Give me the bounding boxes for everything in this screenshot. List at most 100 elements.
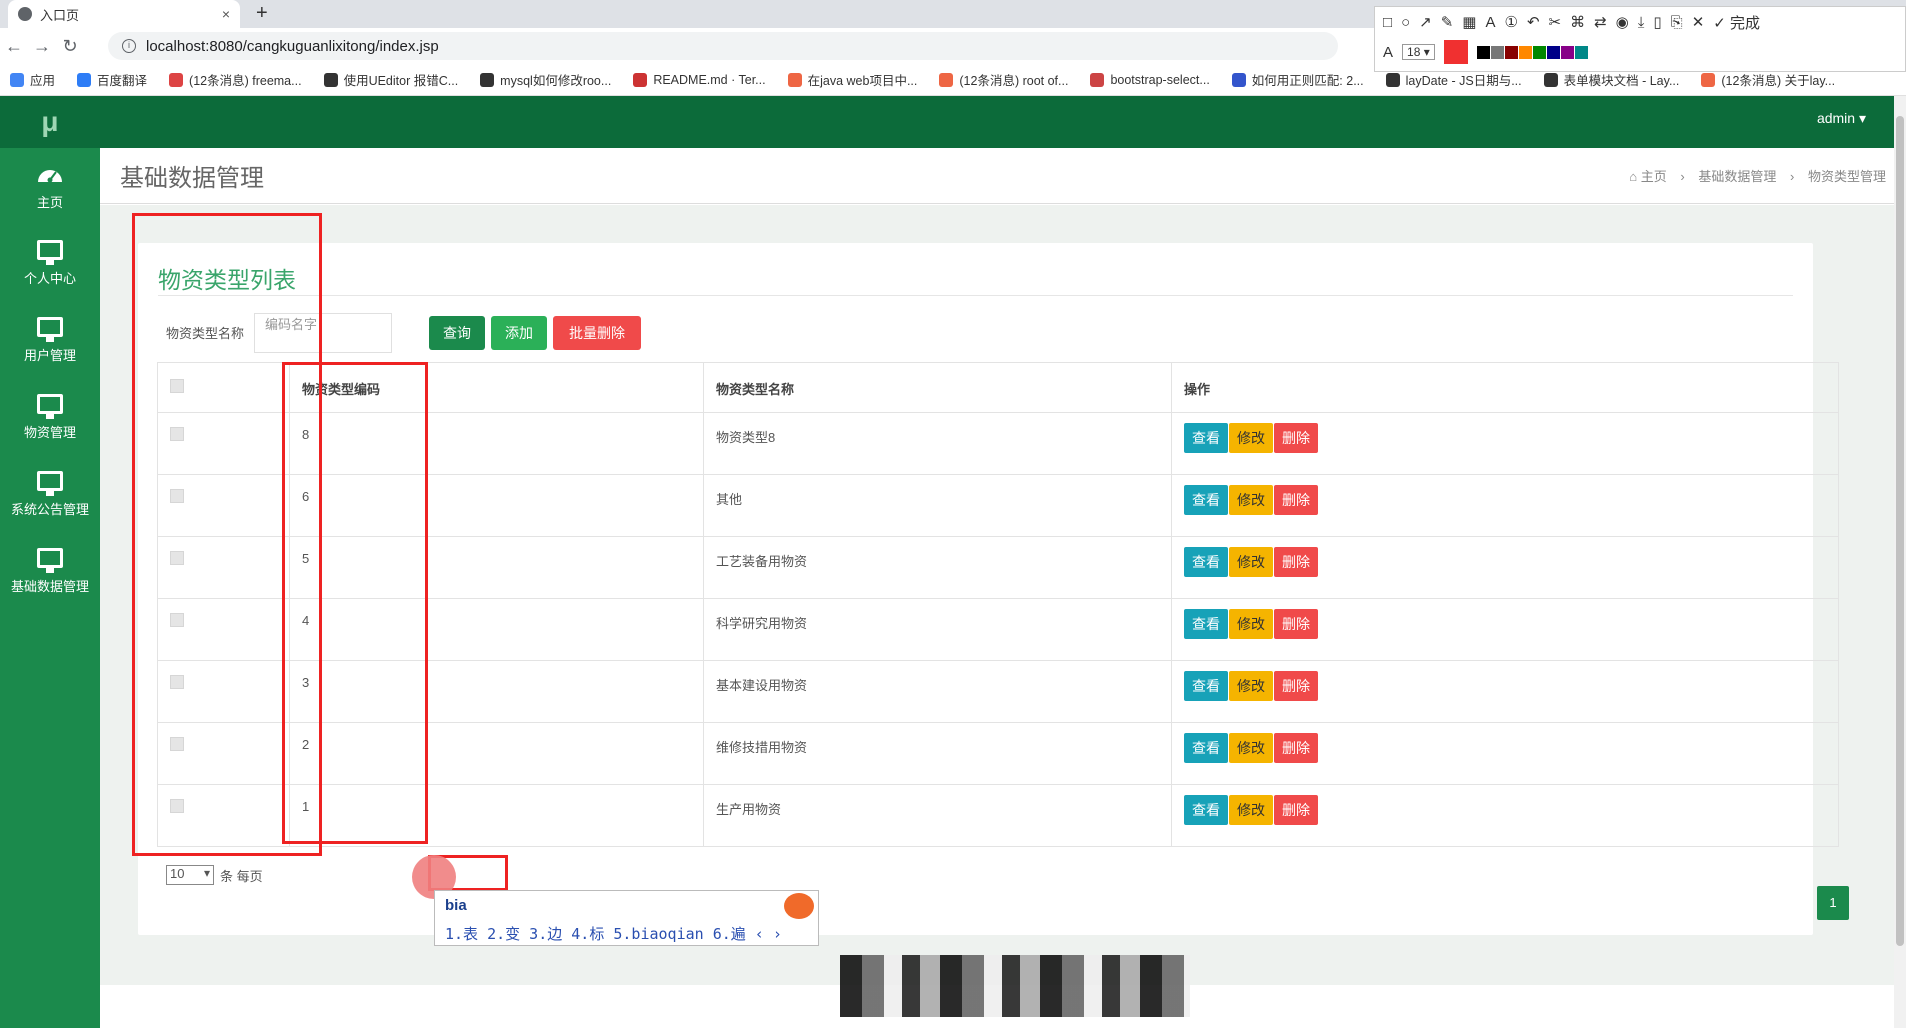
font-icon: A (1383, 43, 1394, 61)
bookmark-item[interactable]: 应用 (10, 70, 55, 89)
ime-candidates[interactable]: 1.表 2.变 3.边 4.标 5.biaoqian 6.遍 ‹ › (445, 923, 782, 944)
bookmark-favicon-icon (169, 72, 184, 87)
view-button[interactable]: 查看 (1184, 795, 1228, 825)
bookmark-item[interactable]: (12条消息) root of... (939, 70, 1068, 89)
tab-close-icon[interactable]: × (222, 6, 230, 22)
undo-icon[interactable]: ↶ (1527, 13, 1540, 31)
color-palette[interactable] (1476, 45, 1597, 59)
delete-button[interactable]: 删除 (1274, 671, 1318, 701)
new-tab-button[interactable]: + (256, 2, 268, 25)
edit-button[interactable]: 修改 (1229, 609, 1273, 639)
delete-button[interactable]: 删除 (1274, 795, 1318, 825)
view-button[interactable]: 查看 (1184, 671, 1228, 701)
delete-button[interactable]: 删除 (1274, 733, 1318, 763)
view-button[interactable]: 查看 (1184, 609, 1228, 639)
delete-button[interactable]: 删除 (1274, 423, 1318, 453)
forward-icon[interactable]: → (28, 36, 56, 57)
view-button[interactable]: 查看 (1184, 485, 1228, 515)
done-button[interactable]: ✓ 完成 (1713, 12, 1760, 33)
bookmark-icon[interactable]: ⎘ (1671, 14, 1683, 31)
browser-tab[interactable]: 入口页 × (8, 0, 240, 28)
delete-button[interactable]: 删除 (1274, 485, 1318, 515)
bookmark-favicon-icon (10, 72, 24, 87)
bookmark-label: 如何用正则匹配: 2... (1251, 74, 1364, 88)
edit-button[interactable]: 修改 (1229, 671, 1273, 701)
number-tool-icon[interactable]: ① (1504, 13, 1517, 31)
translate-icon[interactable]: ⇄ (1594, 13, 1607, 31)
bookmark-favicon-icon (787, 72, 802, 87)
scrollbar-thumb[interactable] (1896, 116, 1904, 946)
bookmark-item[interactable]: 百度翻译 (77, 70, 147, 89)
bookmark-label: bootstrap-select... (1110, 72, 1210, 87)
view-button[interactable]: 查看 (1184, 547, 1228, 577)
edit-button[interactable]: 修改 (1229, 733, 1273, 763)
pen-tool-icon[interactable]: ✎ (1441, 13, 1454, 31)
per-page-label: 条 每页 (220, 868, 263, 884)
delete-button[interactable]: 删除 (1274, 609, 1318, 639)
bookmark-item[interactable]: 在java web项目中... (787, 70, 917, 89)
user-menu[interactable]: admin ▾ (1817, 96, 1866, 140)
bookmark-item[interactable]: mysql如何修改roo... (480, 70, 611, 89)
query-button[interactable]: 查询 (429, 316, 485, 350)
sidebar-item-users[interactable]: 用户管理 (0, 302, 100, 379)
mosaic-tool-icon[interactable]: ▦ (1462, 13, 1476, 31)
column-header-name: 物资类型名称 (703, 362, 1172, 413)
sidebar-item-materials[interactable]: 物资管理 (0, 379, 100, 456)
page-button-current[interactable]: 1 (1817, 886, 1849, 920)
column-header-ops: 操作 (1171, 362, 1839, 413)
bookmark-item[interactable]: bootstrap-select... (1090, 72, 1210, 87)
sidebar-item-home[interactable]: 主页 (0, 148, 100, 225)
breadcrumb-basic-data[interactable]: 基础数据管理 (1698, 169, 1776, 184)
bookmark-favicon-icon (939, 72, 954, 87)
bookmark-item[interactable]: README.md · Ter... (633, 72, 766, 87)
copy-icon[interactable]: ▯ (1653, 13, 1661, 31)
monitor-icon (37, 317, 63, 342)
url-bar[interactable]: i localhost:8080/cangkuguanlixitong/inde… (108, 32, 1338, 60)
monitor-icon (37, 240, 63, 265)
current-color-swatch[interactable] (1443, 40, 1468, 64)
sidebar-item-basic-data[interactable]: 基础数据管理 (0, 533, 100, 610)
rect-tool-icon[interactable]: □ (1383, 14, 1392, 31)
ellipse-tool-icon[interactable]: ○ (1401, 14, 1410, 31)
ocr-icon[interactable]: ⌘ (1570, 13, 1585, 31)
bookmark-item[interactable]: 使用UEditor 报错C... (323, 70, 458, 89)
edit-button[interactable]: 修改 (1229, 423, 1273, 453)
batch-delete-button[interactable]: 批量删除 (553, 316, 641, 350)
sidebar-item-announcements[interactable]: 系统公告管理 (0, 456, 100, 533)
url-text: localhost:8080/cangkuguanlixitong/index.… (146, 37, 439, 55)
breadcrumb-home[interactable]: 主页 (1641, 169, 1667, 184)
bookmark-label: 百度翻译 (97, 74, 148, 88)
record-icon[interactable]: ◉ (1616, 13, 1629, 31)
cell-name: 基本建设用物资 (703, 660, 1172, 723)
bookmark-label: README.md · Ter... (653, 72, 766, 87)
delete-button[interactable]: 删除 (1274, 547, 1318, 577)
edit-button[interactable]: 修改 (1229, 795, 1273, 825)
info-icon[interactable]: i (122, 39, 136, 53)
bookmark-item[interactable]: (12条消息) 关于lay... (1701, 70, 1835, 89)
bookmark-item[interactable]: 如何用正则匹配: 2... (1231, 70, 1364, 89)
sidebar-item-label: 基础数据管理 (10, 579, 89, 594)
bookmark-item[interactable]: layDate - JS日期与... (1385, 70, 1522, 89)
per-page-select[interactable]: 10 (166, 865, 214, 885)
sidebar-item-profile[interactable]: 个人中心 (0, 225, 100, 302)
close-icon[interactable]: ✕ (1692, 13, 1705, 31)
bookmark-item[interactable]: 表单模块文档 - Lay... (1543, 70, 1679, 89)
view-button[interactable]: 查看 (1184, 423, 1228, 453)
reload-icon[interactable]: ↻ (56, 36, 84, 57)
font-size-select[interactable]: 18 ▾ (1402, 44, 1435, 60)
view-button[interactable]: 查看 (1184, 733, 1228, 763)
edit-button[interactable]: 修改 (1229, 547, 1273, 577)
top-navbar: admin ▾ (100, 96, 1906, 148)
cell-name: 物资类型8 (703, 412, 1172, 475)
arrow-tool-icon[interactable]: ↗ (1419, 13, 1432, 31)
back-icon[interactable]: ← (0, 36, 28, 57)
edit-button[interactable]: 修改 (1229, 485, 1273, 515)
cell-name: 生产用物资 (703, 784, 1172, 847)
pin-icon[interactable]: ✂ (1549, 13, 1562, 31)
breadcrumb-separator: › (1680, 169, 1685, 184)
text-tool-icon[interactable]: A (1485, 14, 1495, 31)
page-scrollbar[interactable] (1894, 96, 1906, 1028)
download-icon[interactable]: ⤓ (1638, 14, 1645, 31)
bookmark-item[interactable]: (12条消息) freema... (169, 70, 302, 89)
add-button[interactable]: 添加 (491, 316, 547, 350)
